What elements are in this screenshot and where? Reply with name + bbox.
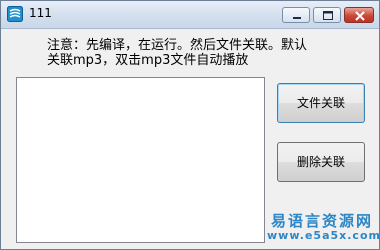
app-window: 111 注意：先编译，在运行。然后文件关联。默认 关联mp3，双击mp3文件自动…	[0, 0, 380, 250]
notice-line-1: 注意：先编译，在运行。然后文件关联。默认	[47, 38, 308, 53]
minimize-button[interactable]	[282, 7, 310, 23]
maximize-icon	[323, 11, 333, 20]
client-area: 注意：先编译，在运行。然后文件关联。默认 关联mp3，双击mp3文件自动播放 文…	[7, 29, 374, 243]
remove-association-button[interactable]: 删除关联	[277, 142, 365, 182]
close-icon	[355, 11, 365, 21]
file-association-button[interactable]: 文件关联	[277, 83, 365, 123]
watermark-url: www.e5a5x.com	[267, 229, 380, 242]
minimize-icon	[293, 17, 301, 19]
watermark-site-name: 易语言资源网	[270, 212, 373, 230]
file-list-box[interactable]	[16, 77, 265, 243]
app-icon[interactable]	[7, 6, 23, 22]
close-button[interactable]	[344, 7, 374, 23]
maximize-button[interactable]	[313, 7, 341, 23]
notice-line-2: 关联mp3，双击mp3文件自动播放	[47, 53, 249, 68]
title-bar[interactable]: 111	[1, 1, 379, 29]
site-watermark: 易语言资源网 www.e5a5x.com	[267, 212, 380, 243]
window-title: 111	[29, 6, 52, 20]
notice-text: 注意：先编译，在运行。然后文件关联。默认 关联mp3，双击mp3文件自动播放	[47, 38, 347, 68]
